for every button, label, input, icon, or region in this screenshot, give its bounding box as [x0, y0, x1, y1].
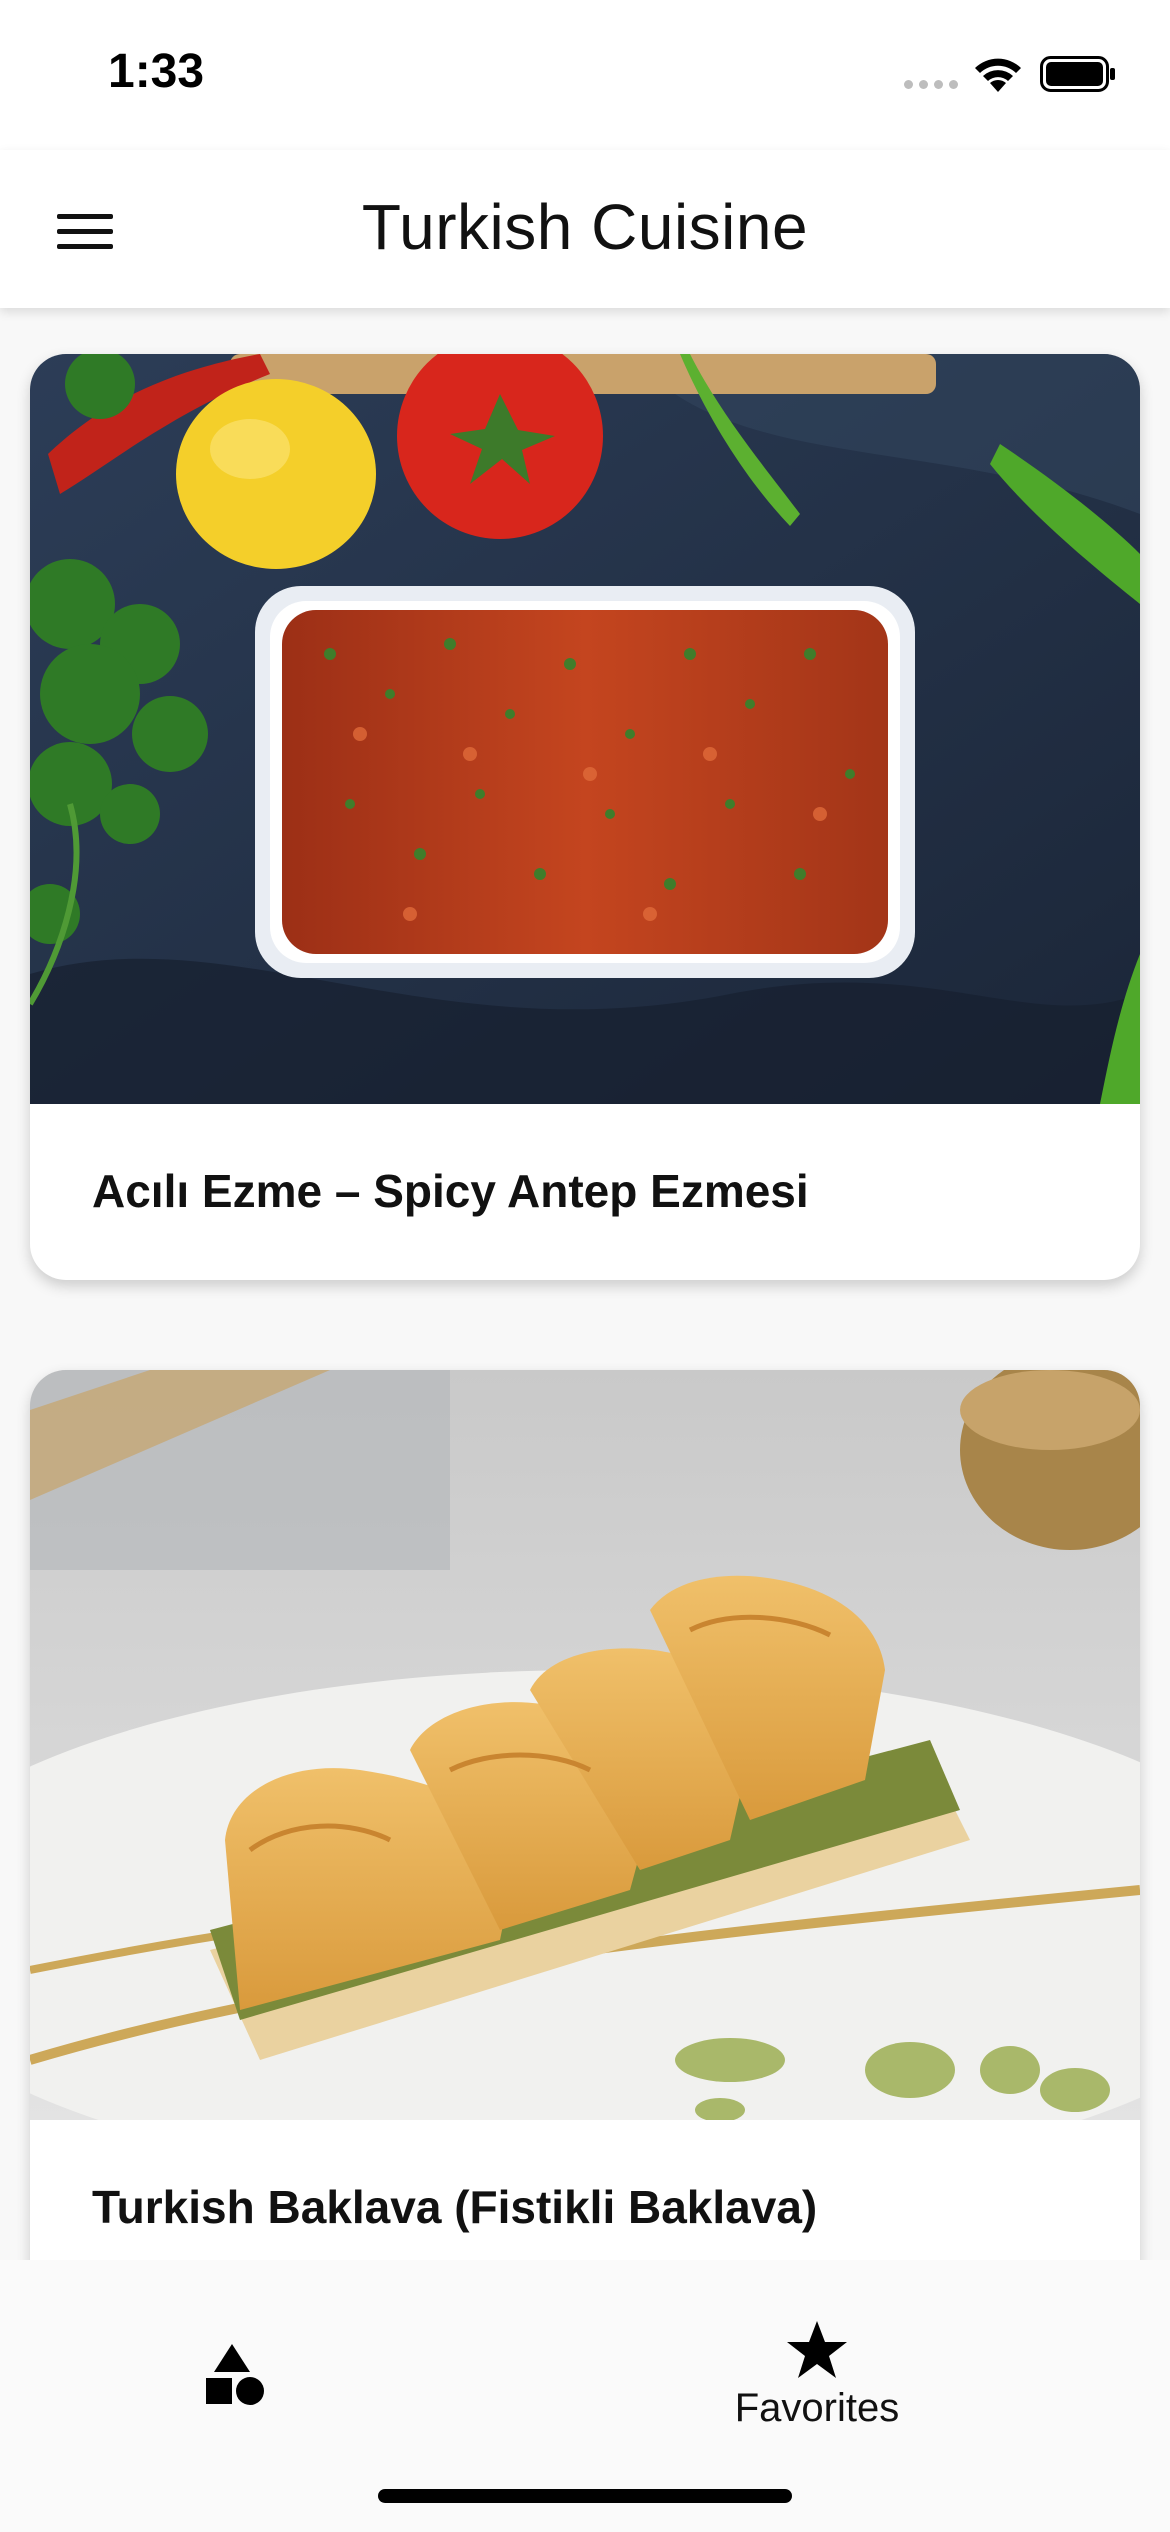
tab-categories[interactable]	[35, 2290, 435, 2430]
tab-label: Favorites	[734, 2386, 900, 2430]
status-bar: 1:33	[0, 0, 1170, 150]
recipe-card[interactable]: Turkish Baklava (Fistikli Baklava)	[30, 1370, 1140, 2296]
page-title: Turkish Cuisine	[361, 191, 809, 263]
recipe-image	[30, 1370, 1140, 2120]
recipe-title: Acılı Ezme – Spicy Antep Ezmesi	[92, 1165, 809, 1217]
star-icon	[787, 2321, 847, 2378]
recipe-title: Turkish Baklava (Fistikli Baklava)	[92, 2181, 818, 2233]
recipe-image	[30, 354, 1140, 1104]
tab-favorites[interactable]: Favorites	[617, 2290, 1017, 2430]
wifi-icon	[975, 58, 1021, 92]
cellular-signal-icon	[904, 80, 958, 89]
screen: 1:33 Turkish Cuisine Acılı Ezme – Spicy …	[0, 0, 1170, 2532]
battery-icon	[1040, 56, 1115, 92]
recipe-card[interactable]: Acılı Ezme – Spicy Antep Ezmesi	[30, 354, 1140, 1280]
app-bar: Turkish Cuisine	[0, 150, 1170, 308]
status-time: 1:33	[108, 45, 205, 98]
shapes-icon	[206, 2344, 264, 2405]
home-indicator[interactable]	[378, 2489, 792, 2503]
